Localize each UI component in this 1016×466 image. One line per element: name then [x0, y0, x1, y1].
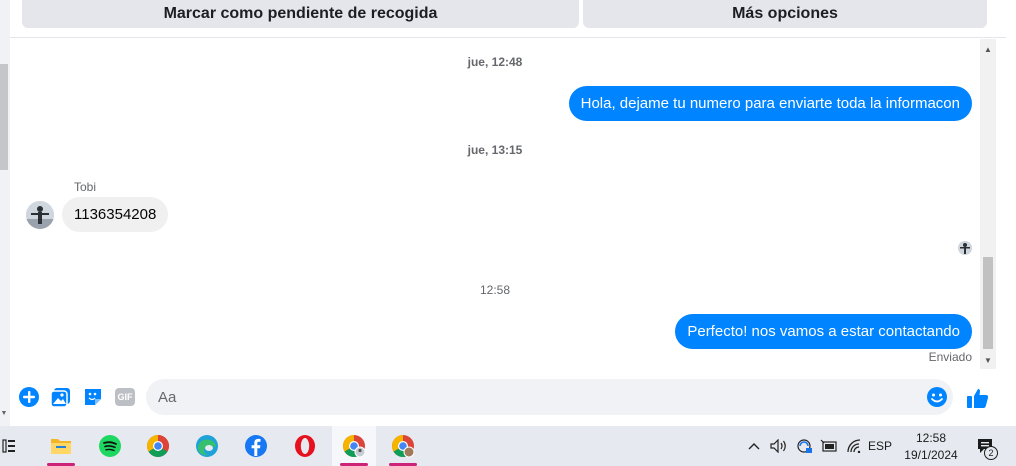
message-input-placeholder: Aa: [158, 389, 177, 406]
windows-taskbar: ESP 12:58 19/1/2024 2: [0, 426, 1016, 466]
like-icon[interactable]: [966, 386, 990, 410]
message-status: Enviado: [928, 350, 972, 364]
image-icon[interactable]: [50, 386, 72, 408]
emoji-icon[interactable]: [926, 386, 948, 408]
chrome-icon[interactable]: [136, 426, 180, 466]
chrome-profile-2-icon[interactable]: [381, 426, 425, 466]
sticker-icon[interactable]: [82, 386, 104, 408]
wifi-icon[interactable]: [843, 426, 865, 466]
spotify-icon[interactable]: [88, 426, 132, 466]
file-explorer-icon[interactable]: [39, 426, 83, 466]
opera-icon[interactable]: [283, 426, 327, 466]
task-view-icon[interactable]: [0, 426, 32, 466]
chat-scrollbar[interactable]: ▲ ▼: [980, 39, 996, 369]
timestamp-divider: jue, 13:15: [467, 143, 523, 157]
edge-icon[interactable]: [185, 426, 229, 466]
gif-icon[interactable]: GIF: [114, 386, 136, 408]
outgoing-message[interactable]: Perfecto! nos vamos a estar contactando: [675, 314, 972, 349]
system-clock[interactable]: 12:58 19/1/2024: [898, 430, 964, 464]
chrome-profile-icon[interactable]: [332, 426, 376, 466]
notification-count-badge: 2: [984, 446, 998, 460]
volume-icon[interactable]: [768, 426, 790, 466]
more-options-button[interactable]: Más opciones: [583, 0, 987, 28]
incoming-message[interactable]: 1136354208: [62, 197, 169, 232]
network-status-icon[interactable]: [793, 426, 815, 466]
plus-icon[interactable]: [18, 386, 40, 408]
conversation-actions: Marcar como pendiente de recogida Más op…: [10, 0, 1006, 38]
message-thread: jue, 12:48 Hola, dejame tu numero para e…: [10, 39, 980, 369]
person-photo-icon: [26, 201, 54, 229]
left-scroll-down-arrow[interactable]: ▼: [0, 410, 8, 417]
facebook-icon[interactable]: [234, 426, 278, 466]
outgoing-message[interactable]: Hola, dejame tu numero para enviarte tod…: [568, 86, 972, 121]
clock-time: 12:58: [915, 431, 947, 445]
read-receipt-avatar: [958, 241, 972, 255]
person-photo-icon: [958, 241, 972, 255]
gif-label: GIF: [115, 388, 135, 406]
timestamp-divider: jue, 12:48: [467, 55, 523, 69]
scroll-up-arrow[interactable]: ▲: [980, 45, 996, 54]
notification-center[interactable]: 2: [970, 426, 1000, 466]
language-indicator[interactable]: ESP: [867, 426, 893, 466]
mark-pending-pickup-button[interactable]: Marcar como pendiente de recogida: [22, 0, 579, 28]
clock-date: 19/1/2024: [904, 448, 958, 462]
message-input[interactable]: Aa: [146, 379, 953, 415]
left-scrollbar[interactable]: ▼: [0, 0, 10, 426]
avatar[interactable]: [26, 201, 54, 229]
left-scrollbar-thumb[interactable]: [0, 64, 8, 170]
chat-scrollbar-thumb[interactable]: [983, 257, 993, 349]
battery-icon[interactable]: [818, 426, 840, 466]
scroll-down-arrow[interactable]: ▼: [980, 356, 996, 365]
message-composer: GIF Aa: [10, 370, 1006, 426]
timestamp-divider: 12:58: [479, 283, 511, 297]
chevron-up-icon[interactable]: [744, 426, 764, 466]
sender-name: Tobi: [74, 180, 97, 194]
